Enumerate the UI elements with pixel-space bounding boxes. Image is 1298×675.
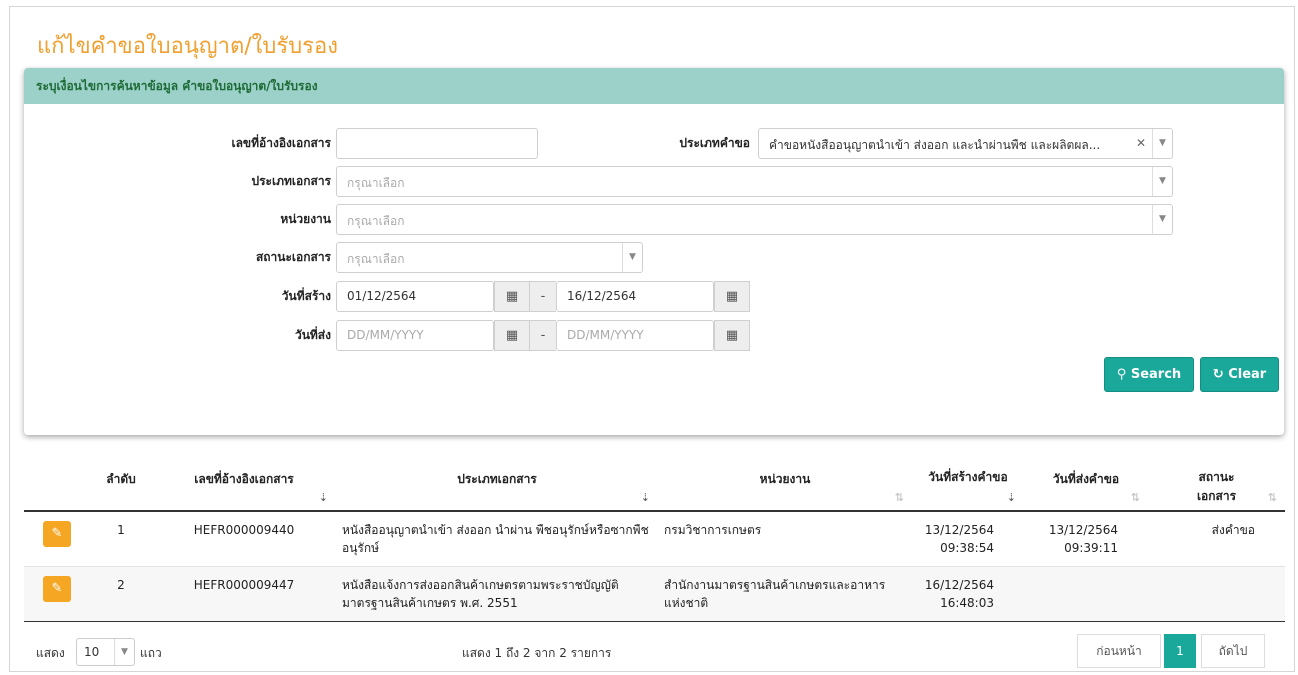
agency-placeholder: กรุณาเลือก — [347, 214, 405, 228]
doc-status-placeholder: กรุณาเลือก — [347, 252, 405, 266]
cell-agency: กรมวิชาการเกษตร — [658, 511, 912, 567]
results-table: ลำดับ เลขที่อ้างอิงเอกสาร ⇣ ประเภทเอกสาร ⇣… — [24, 440, 1285, 622]
sent-time: 09:39:11 — [1064, 541, 1118, 555]
table-info: แสดง 1 ถึง 2 จาก 2 รายการ — [462, 646, 612, 660]
page-length-value: 10 — [84, 645, 100, 659]
cell-status: ส่งคำขอ — [1148, 511, 1285, 567]
sort-icon: ⇅ — [894, 491, 904, 504]
created-time: 09:38:54 — [940, 541, 994, 555]
column-header-agency[interactable]: หน่วยงาน ⇅ — [658, 440, 912, 512]
clear-icon[interactable]: ✕ — [1136, 129, 1146, 158]
calendar-icon[interactable]: ▦ — [494, 281, 530, 312]
doc-type-label: ประเภทเอกสาร — [251, 174, 331, 188]
pencil-icon[interactable]: ✎ — [43, 576, 71, 602]
column-header-sent[interactable]: วันที่ส่งคำขอ ⇅ — [1024, 440, 1148, 512]
agency-select[interactable]: กรุณาเลือก ▼ — [336, 204, 1173, 235]
sort-icon: ⇅ — [1130, 491, 1140, 504]
cell-no: 1 — [90, 511, 152, 567]
request-type-label: ประเภทคำขอ — [679, 136, 750, 150]
page-length-select[interactable]: 10 ▼ — [76, 638, 135, 666]
show-label: แสดง — [36, 646, 65, 660]
column-header-label: วันที่ส่งคำขอ — [1052, 472, 1120, 486]
sort-icon: ⇣ — [1006, 491, 1016, 504]
rows-label: แถว — [140, 646, 162, 660]
created-date-from-input[interactable]: 01/12/2564 — [336, 281, 494, 312]
column-header-no[interactable]: ลำดับ — [90, 440, 152, 512]
table-header-row: ลำดับ เลขที่อ้างอิงเอกสาร ⇣ ประเภทเอกสาร ⇣… — [24, 440, 1285, 512]
search-panel: ระบุเงื่อนไขการค้นหาข้อมูล คำขอใบอนุญาต/… — [24, 68, 1284, 435]
column-header-label: ประเภทเอกสาร — [457, 472, 537, 486]
table-row: ✎ 2 HEFR000009447 หนังสือแจ้งการส่งออกสิ… — [24, 566, 1285, 622]
doc-type-placeholder: กรุณาเลือก — [347, 176, 405, 190]
column-header-doc-type[interactable]: ประเภทเอกสาร ⇣ — [336, 440, 658, 512]
column-header-label: สถานะเอกสาร — [1196, 470, 1237, 503]
doc-type-select[interactable]: กรุณาเลือก ▼ — [336, 166, 1173, 197]
cell-status — [1148, 566, 1285, 622]
chevron-down-icon[interactable]: ▼ — [1152, 205, 1172, 234]
chevron-down-icon: ▼ — [114, 639, 134, 665]
table-row: ✎ 1 HEFR000009440 หนังสืออนุญาตนำเข้า ส่… — [24, 511, 1285, 567]
created-date: 16/12/2564 — [924, 578, 994, 592]
column-header-label: เลขที่อ้างอิงเอกสาร — [194, 472, 294, 486]
next-page-button[interactable]: ถัดไป — [1201, 634, 1265, 668]
created-date-label: วันที่สร้าง — [281, 289, 331, 303]
column-header-created[interactable]: วันที่สร้างคำขอ ⇣ — [912, 440, 1024, 512]
page-1-button[interactable]: 1 — [1164, 634, 1196, 668]
created-date: 13/12/2564 — [924, 523, 994, 537]
cell-sent — [1024, 566, 1148, 622]
request-type-value: คำขอหนังสืออนุญาตนำเข้า ส่งออก และนำผ่าน… — [769, 138, 1101, 152]
search-button[interactable]: ⚲ Search — [1104, 357, 1194, 392]
cell-agency: สำนักงานมาตรฐานสินค้าเกษตรและอาหารแห่งชา… — [658, 566, 912, 622]
refresh-icon: ↻ — [1212, 367, 1224, 382]
search-button-label: Search — [1130, 367, 1182, 382]
sent-date-label: วันที่ส่ง — [294, 328, 331, 342]
column-header-ref[interactable]: เลขที่อ้างอิงเอกสาร ⇣ — [152, 440, 336, 512]
cell-no: 2 — [90, 566, 152, 622]
created-time: 16:48:03 — [940, 596, 994, 610]
agency-label: หน่วยงาน — [280, 212, 331, 226]
cell-ref: HEFR000009440 — [152, 511, 336, 567]
search-panel-header: ระบุเงื่อนไขการค้นหาข้อมูล คำขอใบอนุญาต/… — [24, 68, 1284, 104]
page-title: แก้ไขคำขอใบอนุญาต/ใบรับรอง — [37, 34, 338, 59]
chevron-down-icon[interactable]: ▼ — [1152, 167, 1172, 196]
pencil-icon[interactable]: ✎ — [43, 521, 71, 547]
calendar-icon[interactable]: ▦ — [714, 320, 750, 351]
cell-ref: HEFR000009447 — [152, 566, 336, 622]
cell-doc-type: หนังสือแจ้งการส่งออกสินค้าเกษตรตามพระราช… — [336, 566, 658, 622]
clear-button[interactable]: ↻ Clear — [1200, 357, 1279, 392]
ref-no-label: เลขที่อ้างอิงเอกสาร — [231, 136, 331, 150]
column-header-label: หน่วยงาน — [759, 472, 811, 486]
request-type-select[interactable]: คำขอหนังสืออนุญาตนำเข้า ส่งออก และนำผ่าน… — [758, 128, 1173, 159]
column-header-label: ลำดับ — [106, 472, 136, 486]
sent-date-to-input[interactable]: DD/MM/YYYY — [556, 320, 714, 351]
doc-status-label: สถานะเอกสาร — [255, 250, 331, 264]
cell-created: 13/12/2564 09:38:54 — [912, 511, 1024, 567]
date-range-separator: - — [530, 281, 556, 312]
cell-doc-type: หนังสืออนุญาตนำเข้า ส่งออก นำผ่าน พืชอนุ… — [336, 511, 658, 567]
sent-date: 13/12/2564 — [1048, 523, 1118, 537]
doc-status-select[interactable]: กรุณาเลือก ▼ — [336, 242, 643, 273]
sent-date-from-input[interactable]: DD/MM/YYYY — [336, 320, 494, 351]
column-header-label: วันที่สร้างคำขอ — [928, 470, 1008, 484]
prev-page-button[interactable]: ก่อนหน้า — [1077, 634, 1161, 668]
search-icon: ⚲ — [1116, 367, 1127, 382]
chevron-down-icon[interactable]: ▼ — [622, 243, 642, 272]
sort-icon: ⇣ — [318, 491, 328, 504]
created-date-to-input[interactable]: 16/12/2564 — [556, 281, 714, 312]
ref-no-input[interactable] — [336, 128, 538, 159]
chevron-down-icon[interactable]: ▼ — [1152, 129, 1172, 158]
date-range-separator: - — [530, 320, 556, 351]
calendar-icon[interactable]: ▦ — [494, 320, 530, 351]
cell-sent: 13/12/2564 09:39:11 — [1024, 511, 1148, 567]
cell-created: 16/12/2564 16:48:03 — [912, 566, 1024, 622]
clear-button-label: Clear — [1228, 367, 1267, 382]
sort-icon: ⇣ — [640, 491, 650, 504]
column-header-status[interactable]: สถานะเอกสาร ⇅ — [1148, 440, 1285, 512]
column-header-action — [24, 440, 90, 512]
calendar-icon[interactable]: ▦ — [714, 281, 750, 312]
sort-icon: ⇅ — [1267, 491, 1277, 504]
